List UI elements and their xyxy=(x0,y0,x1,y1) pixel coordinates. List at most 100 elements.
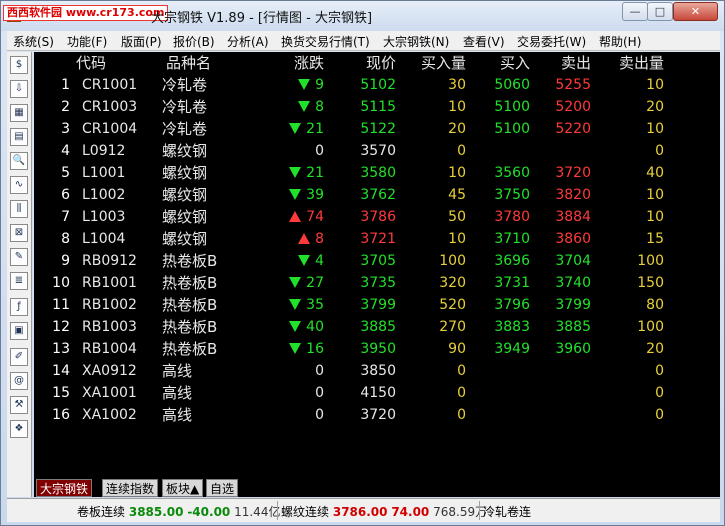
tab-sector[interactable]: 板块▲ xyxy=(162,479,204,497)
quote-row[interactable]: 14 XA0912 高线 0 3850 0 0 xyxy=(34,360,720,382)
quote-grid[interactable]: 代码 品种名 涨跌 现价 买入量 买入 卖出 卖出量 1 CR1001 冷轧卷 9 51… xyxy=(34,52,720,479)
quote-row[interactable]: 9 RB0912 热卷板B 4 3705 100 3696 3704 100 xyxy=(34,250,720,272)
header-bid[interactable]: 买入 xyxy=(474,52,530,74)
tab-watchlist[interactable]: 自选 xyxy=(206,479,239,497)
ask-volume: 15 xyxy=(646,231,664,247)
status-coil-continuous[interactable]: 卷板连续 3885.00 -40.00 11.44亿 xyxy=(77,503,280,520)
minimize-button[interactable]: — xyxy=(622,2,648,21)
candle-chart-icon[interactable]: ⫼ xyxy=(10,200,28,218)
product-name: 冷轧卷 xyxy=(162,120,208,138)
book-icon[interactable]: ❖ xyxy=(10,420,28,438)
compare-chart-icon[interactable]: ⊠ xyxy=(10,224,28,242)
dollar-icon[interactable]: $ xyxy=(10,56,28,74)
grid-header: 代码 品种名 涨跌 现价 买入量 买入 卖出 卖出量 xyxy=(34,52,720,74)
row-index: 10 xyxy=(52,275,70,291)
app-window: 西西软件园 www.cr173.com 大宗钢铁 V1.89 - [行情图 - … xyxy=(0,0,725,526)
quote-row[interactable]: 4 L0912 螺纹钢 0 3570 0 0 xyxy=(34,140,720,162)
ask-price: 5220 xyxy=(555,121,591,137)
quote-row[interactable]: 2 CR1003 冷轧卷 8 5115 10 5100 5200 20 xyxy=(34,96,720,118)
title-bar[interactable]: 西西软件园 www.cr173.com 大宗钢铁 V1.89 - [行情图 - … xyxy=(1,1,724,31)
grid-icon[interactable]: ▦ xyxy=(10,104,28,122)
header-price[interactable]: 现价 xyxy=(334,52,396,74)
header-change[interactable]: 涨跌 xyxy=(272,52,324,74)
tab-bulk-steel[interactable]: 大宗钢铁 xyxy=(36,479,93,497)
quote-row[interactable]: 7 L1003 螺纹钢 74 3786 50 3780 3884 10 xyxy=(34,206,720,228)
change-cell: 35 xyxy=(274,294,324,316)
menu-view[interactable]: 查看(V) xyxy=(463,33,505,50)
change-cell: 39 xyxy=(274,184,324,206)
quote-row[interactable]: 1 CR1001 冷轧卷 9 5102 30 5060 5255 10 xyxy=(34,74,720,96)
news-icon[interactable]: ≣ xyxy=(10,272,28,290)
note-icon[interactable]: ✎ xyxy=(10,248,28,266)
search-doc-icon[interactable]: 🔍 xyxy=(10,152,28,170)
quote-row[interactable]: 10 RB1001 热卷板B 27 3735 320 3731 3740 150 xyxy=(34,272,720,294)
down-arrow-icon xyxy=(289,123,302,134)
down-arrow-icon xyxy=(289,189,302,200)
maximize-button[interactable]: □ xyxy=(647,2,673,21)
menu-trade-order[interactable]: 交易委托(W) xyxy=(517,33,586,50)
ask-price xyxy=(534,404,591,426)
menu-bulk-steel[interactable]: 大宗钢铁(N) xyxy=(383,33,449,50)
bid-volume: 45 xyxy=(448,187,466,203)
quote-row[interactable]: 12 RB1003 热卷板B 40 3885 270 3883 3885 100 xyxy=(34,316,720,338)
row-index: 6 xyxy=(61,187,70,203)
draw-icon[interactable]: ✐ xyxy=(10,348,28,366)
row-index: 3 xyxy=(61,121,70,137)
close-button[interactable]: ✕ xyxy=(673,2,718,21)
report-icon[interactable]: ▣ xyxy=(10,322,28,340)
status-coil-change: -40.00 xyxy=(187,505,231,519)
header-ask-volume[interactable]: 卖出量 xyxy=(602,52,664,74)
header-bid-volume[interactable]: 买入量 xyxy=(406,52,466,74)
ask-price: 3740 xyxy=(555,275,591,291)
bid-price: 3796 xyxy=(494,297,530,313)
menu-function[interactable]: 功能(F) xyxy=(67,33,107,50)
change-cell: 0 xyxy=(274,360,324,382)
quote-row[interactable]: 8 L1004 螺纹钢 8 3721 10 3710 3860 15 xyxy=(34,228,720,250)
change-value: 16 xyxy=(306,341,324,357)
ask-volume: 10 xyxy=(646,77,664,93)
ask-volume: 150 xyxy=(637,275,664,291)
quote-row[interactable]: 13 RB1004 热卷板B 16 3950 90 3949 3960 20 xyxy=(34,338,720,360)
menu-system[interactable]: 系统(S) xyxy=(13,33,54,50)
quote-row[interactable]: 5 L1001 螺纹钢 21 3580 10 3560 3720 40 xyxy=(34,162,720,184)
quote-row[interactable]: 15 XA1001 高线 0 4150 0 0 xyxy=(34,382,720,404)
product-name: 螺纹钢 xyxy=(162,208,208,226)
quote-row[interactable]: 16 XA1002 高线 0 3720 0 0 xyxy=(34,404,720,426)
down-arrow-icon xyxy=(289,321,302,332)
status-rebar-label: 螺纹连续 xyxy=(281,505,330,519)
current-price: 3799 xyxy=(360,297,396,313)
bid-volume: 0 xyxy=(457,407,466,423)
quote-row[interactable]: 11 RB1002 热卷板B 35 3799 520 3796 3799 80 xyxy=(34,294,720,316)
quote-row[interactable]: 6 L1002 螺纹钢 39 3762 45 3750 3820 10 xyxy=(34,184,720,206)
tools-icon[interactable]: ⚒ xyxy=(10,396,28,414)
change-value: 0 xyxy=(315,363,324,379)
change-value: 27 xyxy=(306,275,324,291)
fx-icon[interactable]: ƒ xyxy=(10,298,28,316)
ask-volume: 100 xyxy=(637,319,664,335)
ask-volume: 40 xyxy=(646,165,664,181)
menu-quote[interactable]: 报价(B) xyxy=(173,33,215,50)
header-ask[interactable]: 卖出 xyxy=(534,52,591,74)
tab-continuous-index[interactable]: 连续指数 xyxy=(102,479,159,497)
current-price: 3721 xyxy=(360,231,396,247)
menu-analysis[interactable]: 分析(A) xyxy=(227,33,269,50)
status-rebar-continuous[interactable]: 螺纹连续 3786.00 74.00 768.59万 xyxy=(281,503,487,520)
bid-volume: 100 xyxy=(439,253,466,269)
status-cold-rolled[interactable]: 冷轧卷连 xyxy=(483,503,531,520)
line-chart-icon[interactable]: ∿ xyxy=(10,176,28,194)
menu-layout[interactable]: 版面(P) xyxy=(121,33,162,50)
table-icon[interactable]: ▤ xyxy=(10,128,28,146)
download-icon[interactable]: ⇩ xyxy=(10,80,28,98)
status-cold-rolled-label: 冷轧卷连 xyxy=(483,505,532,519)
header-name[interactable]: 品种名 xyxy=(166,52,276,74)
row-index: 16 xyxy=(52,407,70,423)
menu-exchange-quotes[interactable]: 换货交易行情(T) xyxy=(281,33,370,50)
contract-code: XA1001 xyxy=(82,385,137,401)
row-index: 9 xyxy=(61,253,70,269)
at-icon[interactable]: @ xyxy=(10,372,28,390)
header-code[interactable]: 代码 xyxy=(76,52,156,74)
menu-help[interactable]: 帮助(H) xyxy=(599,33,641,50)
current-price: 3705 xyxy=(360,253,396,269)
status-bar: 卷板连续 3885.00 -40.00 11.44亿 螺纹连续 3786.00 … xyxy=(7,498,720,522)
quote-row[interactable]: 3 CR1004 冷轧卷 21 5122 20 5100 5220 10 xyxy=(34,118,720,140)
